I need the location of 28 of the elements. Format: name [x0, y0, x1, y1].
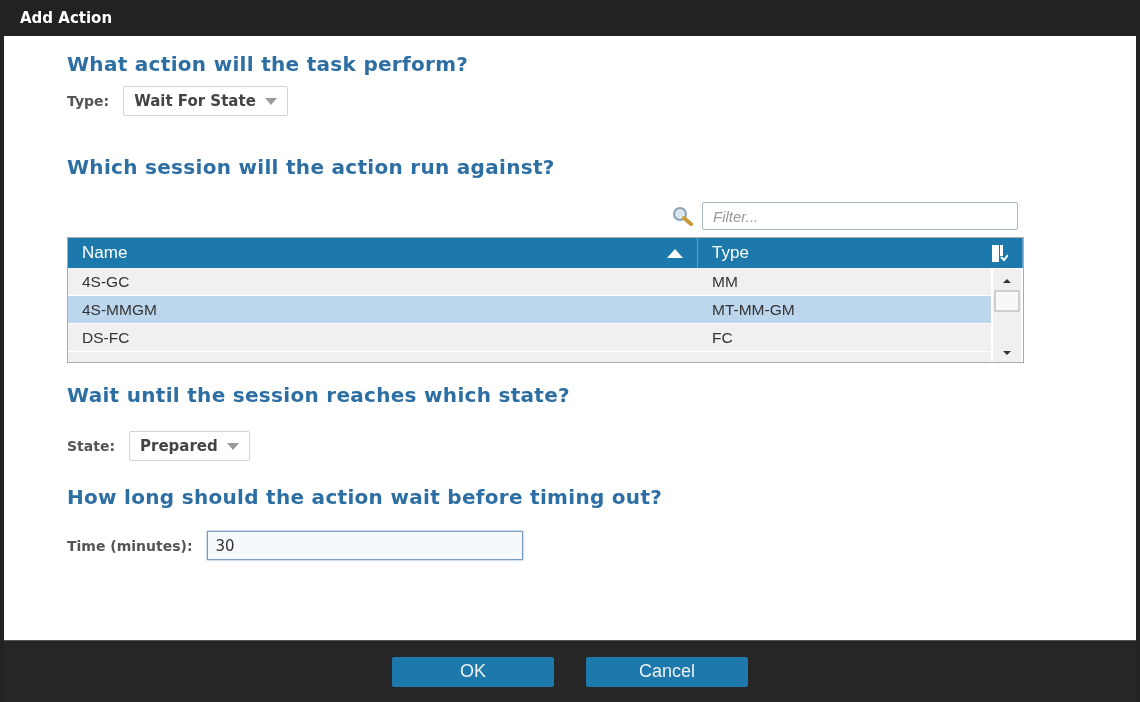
table-row[interactable]: 4S-GC MM: [68, 268, 991, 296]
section-heading: How long should the action wait before timing out?: [67, 485, 664, 511]
field-label: Time (minutes):: [67, 537, 193, 554]
section-heading: Which session will the action run against?: [67, 155, 556, 181]
table-cell-text: FC: [711, 328, 733, 347]
window-title: Add Action: [19, 8, 114, 29]
table-cell-text: DS-FC: [81, 328, 131, 347]
scrollbar[interactable]: [993, 269, 1021, 362]
cancel-button[interactable]: Cancel: [586, 656, 748, 687]
section-heading: Wait until the session reaches which state?: [67, 383, 571, 409]
table-cell-text: 4S-GC: [81, 272, 131, 291]
filter-field[interactable]: Filter...: [702, 202, 1018, 230]
field-label: State:: [67, 438, 115, 454]
column-chooser-icon[interactable]: [992, 244, 1008, 262]
dropdown[interactable]: Prepared: [129, 431, 250, 461]
section-heading: What action will the task perform?: [67, 52, 470, 78]
table-cell-text: MM: [711, 272, 738, 291]
search-icon: [672, 206, 694, 226]
table-cell-text: MT-MM-GM: [711, 300, 795, 319]
table-row[interactable]: DS-FC FC: [68, 324, 991, 352]
caret-icon: [226, 442, 239, 450]
table-cell-text: 4S-MMGM: [81, 300, 158, 319]
dropdown[interactable]: Wait For State: [123, 86, 288, 116]
caret-icon: [264, 97, 277, 105]
table-row[interactable]: 4S-MMGM MT-MM-GM: [68, 296, 991, 324]
field-label: Type:: [67, 93, 110, 109]
ok-button[interactable]: OK: [392, 656, 554, 687]
time-field[interactable]: 30: [206, 531, 523, 560]
